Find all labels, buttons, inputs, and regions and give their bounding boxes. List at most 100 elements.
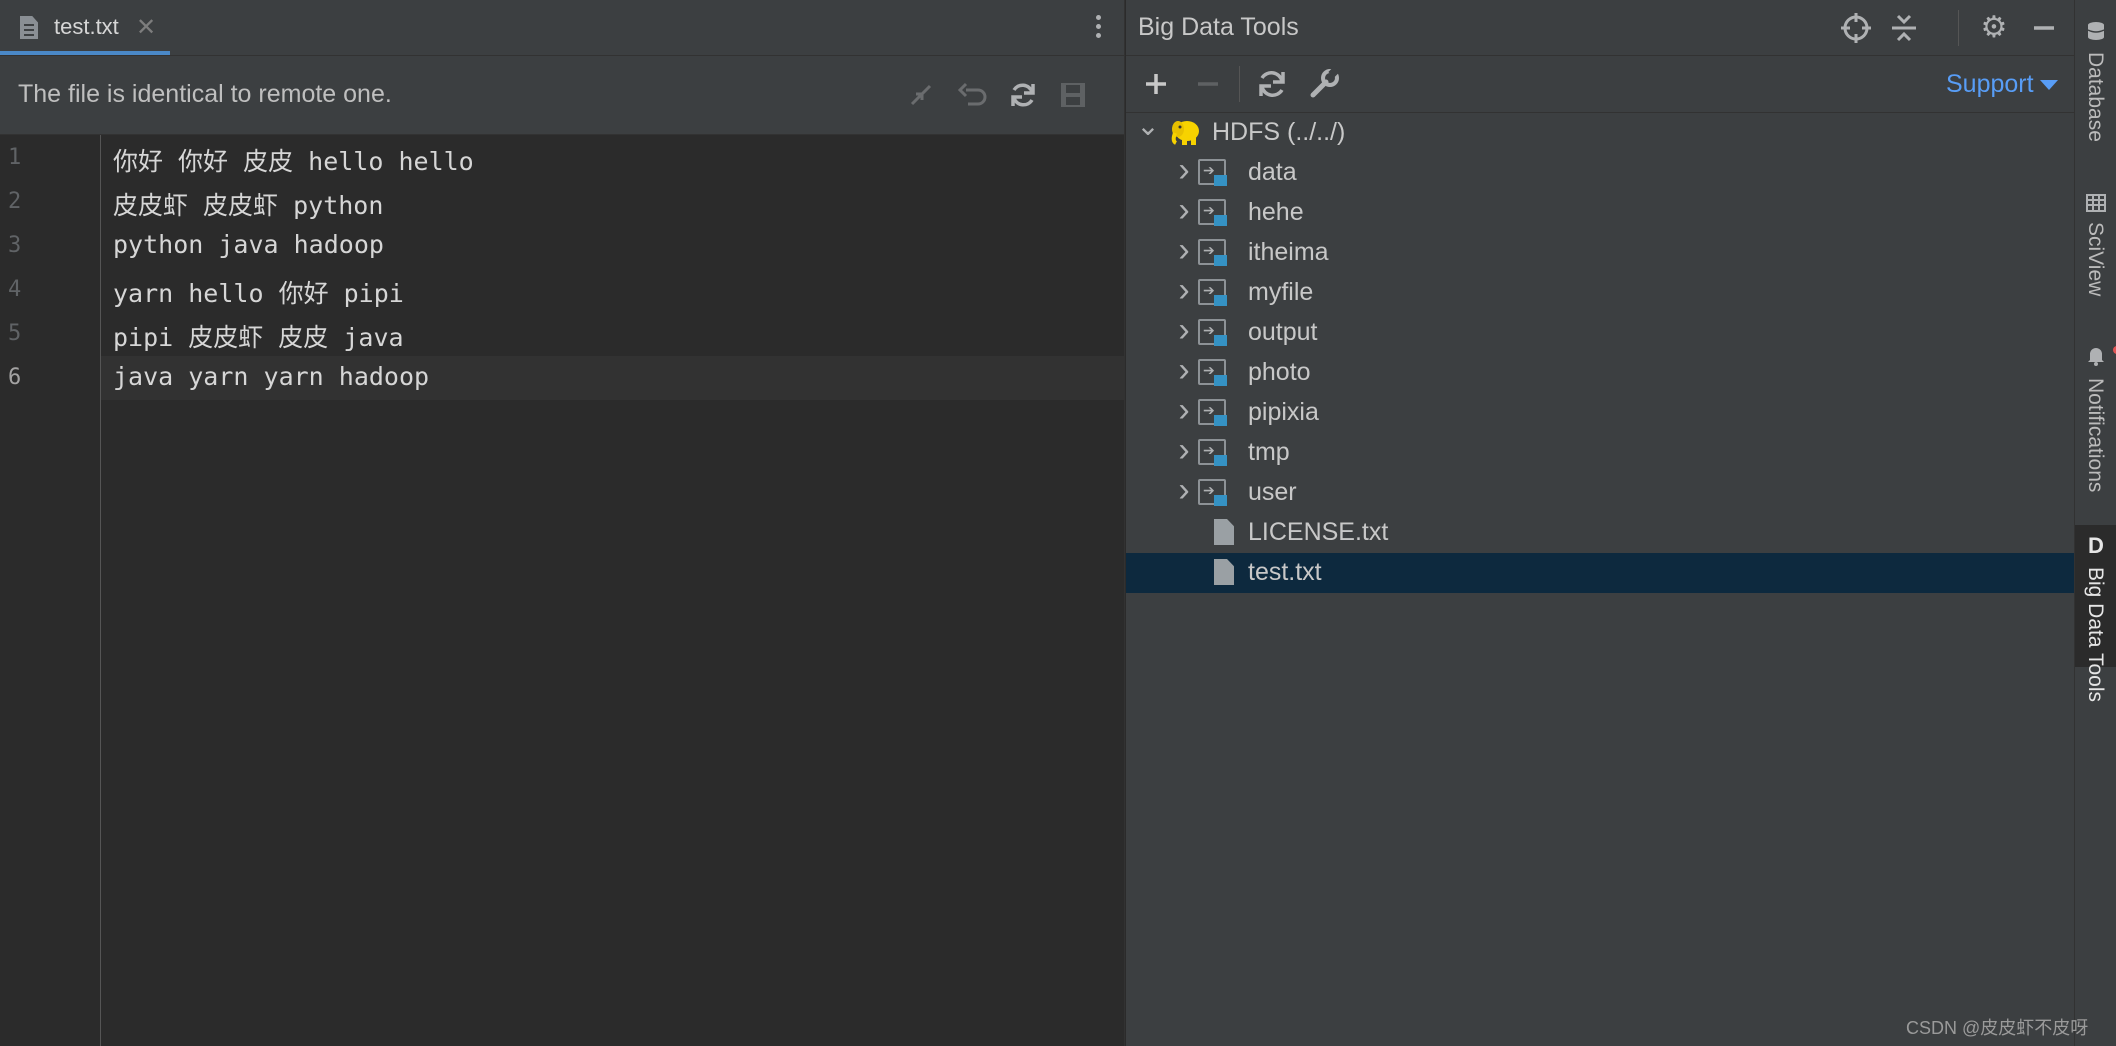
editor-tab-label: test.txt [54, 14, 119, 39]
panel-toolbar: Support [1126, 56, 2074, 113]
line-number-gutter: 1 2 3 4 5 6 [0, 135, 101, 1046]
more-options-icon[interactable] [1090, 12, 1106, 44]
collapse-all-icon[interactable] [1886, 10, 1922, 46]
chevron-right-icon[interactable]: › [1172, 313, 1196, 347]
tree-node-folder[interactable]: › ➔ photo [1126, 353, 2074, 393]
tree-node-folder[interactable]: › ➔ user [1126, 473, 2074, 513]
chevron-right-icon[interactable]: › [1172, 353, 1196, 387]
tree-label-folder: tmp [1248, 438, 1290, 466]
code-area[interactable]: 你好 你好 皮皮 hello hello 皮皮虾 皮皮虾 python python… [101, 135, 1124, 1046]
tree-label-folder: pipixia [1248, 398, 1319, 426]
hadoop-elephant-icon [1170, 117, 1202, 147]
refresh-icon[interactable] [1252, 64, 1292, 104]
tree-label-folder: myfile [1248, 278, 1314, 306]
tool-window-stripe: Database SciView Notifications D Big Dat… [2074, 0, 2116, 1046]
minimize-icon[interactable] [2026, 10, 2062, 46]
editor-tab-test-txt[interactable]: test.txt ✕ [0, 0, 170, 55]
stripe-label-database: Database [2084, 52, 2107, 142]
chevron-down-icon[interactable]: ⌄ [1136, 112, 1160, 147]
sync-icon[interactable] [1006, 78, 1040, 112]
code-line: python java hadoop [113, 230, 384, 259]
tree-label-folder: user [1248, 478, 1297, 506]
locate-icon[interactable] [1838, 10, 1874, 46]
tree-label-file: LICENSE.txt [1248, 518, 1389, 546]
remote-folder-icon: ➔ [1198, 439, 1227, 466]
stripe-label-big-data-tools: Big Data Tools [2084, 567, 2107, 703]
tree-node-folder[interactable]: › ➔ pipixia [1126, 393, 2074, 433]
remote-folder-icon: ➔ [1198, 199, 1227, 226]
code-line: 你好 你好 皮皮 hello hello [113, 147, 474, 176]
remote-folder-icon: ➔ [1198, 359, 1227, 386]
text-file-icon [1214, 559, 1234, 585]
table-icon [2085, 192, 2107, 214]
compare-icon[interactable] [904, 78, 938, 112]
save-icon[interactable] [1056, 78, 1090, 112]
plus-icon[interactable] [1136, 64, 1176, 104]
support-label: Support [1946, 70, 2034, 98]
panel-header: Big Data Tools ⚙ [1126, 0, 2074, 56]
database-icon [2085, 20, 2107, 42]
chevron-right-icon[interactable]: › [1172, 193, 1196, 227]
text-file-icon [1214, 519, 1234, 545]
chevron-right-icon[interactable]: › [1172, 433, 1196, 467]
tree-node-file[interactable]: test.txt [1126, 553, 2074, 593]
remote-folder-icon: ➔ [1198, 479, 1227, 506]
support-dropdown[interactable]: Support [1946, 70, 2058, 99]
header-separator [1958, 10, 1959, 46]
tree-node-folder[interactable]: › ➔ itheima [1126, 233, 2074, 273]
tree-node-hdfs-root[interactable]: ⌄ HDFS (../../) [1126, 112, 2074, 153]
tree-label-folder: hehe [1248, 198, 1304, 226]
tree-label-root: HDFS (../../) [1212, 118, 1346, 146]
code-line: 皮皮虾 皮皮虾 python [113, 191, 384, 220]
toolbar-separator [1239, 66, 1240, 102]
tree-label-folder: itheima [1248, 238, 1329, 266]
code-line: yarn hello 你好 pipi [113, 279, 404, 308]
stripe-tab-notifications[interactable]: Notifications [2075, 338, 2116, 508]
chevron-right-icon[interactable]: › [1172, 473, 1196, 507]
stripe-tab-sciview[interactable]: SciView [2075, 180, 2116, 310]
tree-label-file: test.txt [1248, 558, 1322, 586]
wrench-icon[interactable] [1304, 64, 1344, 104]
tree-node-folder[interactable]: › ➔ hehe [1126, 193, 2074, 233]
line-number: 2 [8, 189, 22, 214]
line-number: 5 [8, 321, 22, 346]
chevron-down-icon [2039, 80, 2058, 91]
remote-folder-icon: ➔ [1198, 279, 1227, 306]
minus-icon[interactable] [1188, 64, 1228, 104]
remote-status-bar: The file is identical to remote one. [0, 56, 1124, 135]
tree-node-folder[interactable]: › ➔ output [1126, 313, 2074, 353]
chevron-right-icon[interactable]: › [1172, 233, 1196, 267]
gear-icon[interactable]: ⚙ [1976, 10, 2012, 46]
line-number: 6 [8, 365, 22, 390]
remote-folder-icon: ➔ [1198, 239, 1227, 266]
editor-pane: test.txt ✕ The file is identical to remo… [0, 0, 1124, 1046]
stripe-label-notifications: Notifications [2084, 378, 2107, 493]
close-tab-icon[interactable]: ✕ [136, 13, 156, 42]
big-data-tools-icon: D [2088, 533, 2104, 558]
tree-node-folder[interactable]: › ➔ tmp [1126, 433, 2074, 473]
code-line: pipi 皮皮虾 皮皮 java [113, 323, 404, 352]
chevron-right-icon[interactable]: › [1172, 393, 1196, 427]
text-file-icon [20, 16, 38, 39]
tree-node-folder[interactable]: › ➔ myfile [1126, 273, 2074, 313]
revert-icon[interactable] [956, 78, 990, 112]
line-number: 3 [8, 233, 22, 258]
tree-label-folder: output [1248, 318, 1318, 346]
tree-label-folder: data [1248, 158, 1297, 186]
tree-node-folder[interactable]: › ➔ data [1126, 153, 2074, 193]
bell-icon [2085, 344, 2116, 366]
stripe-label-sciview: SciView [2084, 222, 2107, 297]
remote-folder-icon: ➔ [1198, 319, 1227, 346]
code-line: java yarn yarn hadoop [113, 362, 430, 391]
big-data-tools-panel: Big Data Tools ⚙ Support ⌄ HDFS (../../)… [1126, 0, 2074, 1046]
stripe-tab-big-data-tools[interactable]: D Big Data Tools [2075, 525, 2116, 702]
remote-folder-icon: ➔ [1198, 399, 1227, 426]
editor-tab-bar: test.txt ✕ [0, 0, 1124, 56]
chevron-right-icon[interactable]: › [1172, 153, 1196, 187]
watermark: CSDN @皮皮虾不皮呀 [1906, 1018, 2089, 1038]
line-number: 4 [8, 277, 22, 302]
panel-title: Big Data Tools [1138, 13, 1299, 41]
chevron-right-icon[interactable]: › [1172, 273, 1196, 307]
tree-node-file[interactable]: LICENSE.txt [1126, 513, 2074, 553]
stripe-tab-database[interactable]: Database [2075, 12, 2116, 152]
